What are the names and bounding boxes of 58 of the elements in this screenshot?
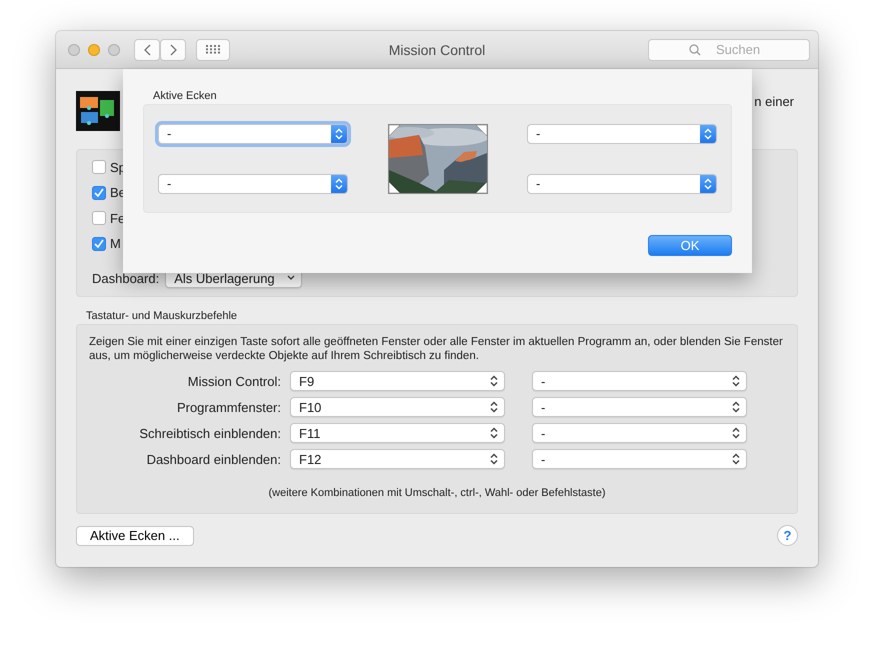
stepper-icon bbox=[704, 128, 712, 140]
shortcut-dropdown[interactable]: F12 bbox=[290, 449, 505, 469]
shortcut-label: Schreibtisch einblenden: bbox=[138, 426, 281, 440]
search-icon bbox=[689, 44, 701, 56]
corner-dropdown[interactable]: - bbox=[527, 174, 717, 194]
stepper-icon bbox=[490, 427, 498, 439]
back-icon bbox=[144, 44, 150, 56]
shortcut-label: Mission Control: bbox=[186, 374, 281, 388]
shortcut-label: Programmfenster: bbox=[176, 400, 281, 414]
hot-corners-button[interactable]: Aktive Ecken ... bbox=[76, 526, 194, 546]
shortcut-dropdown[interactable]: F10 bbox=[290, 397, 505, 417]
stepper-icon bbox=[490, 375, 498, 387]
forward-button[interactable] bbox=[160, 38, 186, 60]
checkbox[interactable] bbox=[92, 211, 106, 226]
forward-icon bbox=[170, 44, 176, 56]
section-title: Tastatur- und Mauskurzbefehle bbox=[86, 310, 238, 322]
corner-dropdown[interactable]: - bbox=[527, 124, 717, 144]
dashboard-label: Dashboard: bbox=[92, 270, 160, 286]
stepper-icon bbox=[335, 178, 343, 190]
shortcut-dropdown[interactable]: F11 bbox=[290, 423, 505, 443]
stepper-icon bbox=[704, 178, 712, 190]
stepper-icon bbox=[335, 128, 343, 140]
caret-icon bbox=[287, 275, 296, 281]
shortcut-dropdown[interactable]: - bbox=[532, 397, 747, 417]
corner-marker-icon bbox=[476, 124, 486, 136]
search-field[interactable]: Suchen bbox=[648, 38, 810, 60]
checkbox[interactable] bbox=[92, 160, 106, 174]
mission-control-icon bbox=[76, 91, 120, 131]
corner-dropdown[interactable]: - bbox=[158, 174, 348, 194]
description-text: Zeigen Sie mit einer einzigen Taste sofort alle geöffneten Fenster oder alle Fenster im aktuellen Programm an, oder blenden Sie Fenster aus, um möglicherweise verdeckte Objekte auf Ihrem Schreibtisch zu finden. bbox=[89, 335, 784, 363]
checkmark-icon bbox=[94, 239, 104, 248]
shortcut-label: Dashboard einblenden: bbox=[146, 452, 281, 466]
corner-marker-icon bbox=[476, 182, 486, 192]
checkbox[interactable] bbox=[92, 186, 106, 200]
stepper-icon bbox=[732, 401, 740, 413]
shortcut-dropdown[interactable]: - bbox=[532, 423, 747, 443]
corner-marker-icon bbox=[388, 124, 400, 136]
shortcut-dropdown[interactable]: F9 bbox=[290, 371, 505, 391]
stepper-icon bbox=[732, 427, 740, 439]
checkbox[interactable] bbox=[92, 236, 106, 251]
sheet-title: Aktive Ecken bbox=[153, 90, 218, 102]
description-text: n einer bbox=[754, 94, 794, 109]
shortcut-dropdown[interactable]: - bbox=[532, 449, 747, 469]
checkmark-icon bbox=[94, 188, 104, 198]
stepper-icon bbox=[490, 401, 498, 413]
stepper-icon bbox=[732, 453, 740, 465]
stepper-icon bbox=[490, 453, 498, 465]
window-title: Mission Control bbox=[388, 42, 486, 58]
corner-marker-icon bbox=[388, 182, 400, 192]
back-button[interactable] bbox=[134, 38, 160, 60]
shortcut-dropdown[interactable]: - bbox=[532, 371, 747, 391]
note-text: (weitere Kombinationen mit Umschalt-, ctrl-, Wahl- oder Befehlstaste) bbox=[267, 487, 607, 499]
stepper-icon bbox=[732, 375, 740, 387]
show-all-button[interactable] bbox=[196, 38, 230, 60]
option-label: M bbox=[110, 236, 121, 252]
help-button[interactable]: ? bbox=[777, 525, 798, 546]
grid-icon bbox=[206, 45, 220, 54]
corner-dropdown[interactable]: - bbox=[158, 124, 348, 144]
